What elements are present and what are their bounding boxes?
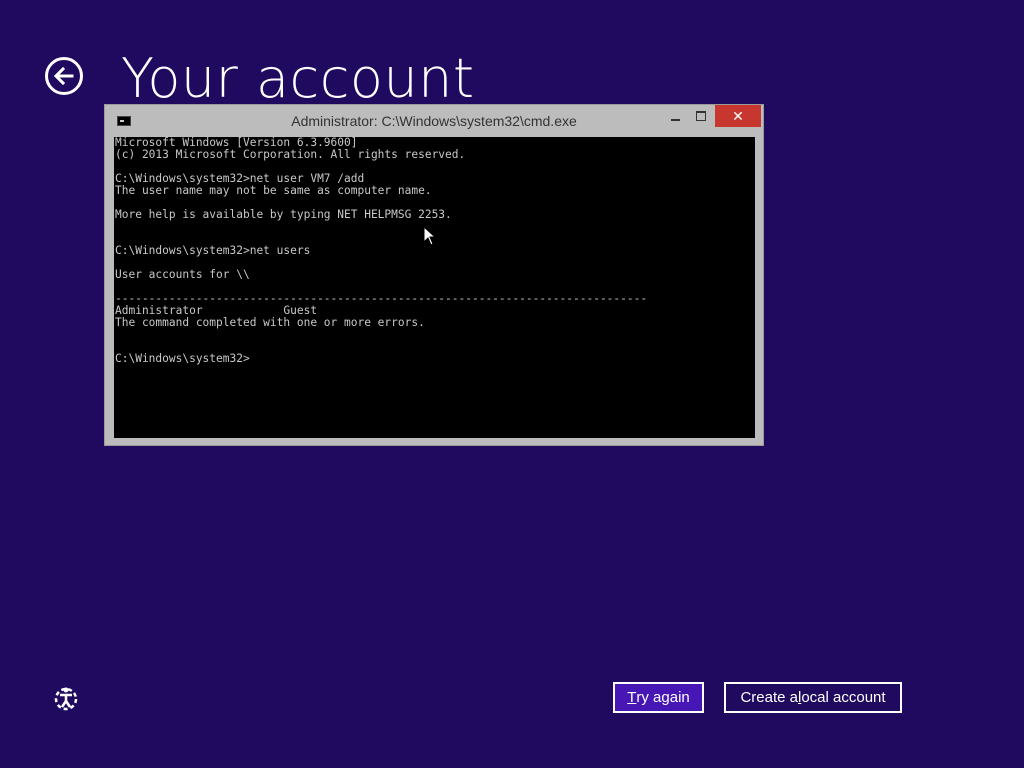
- create-local-label-pre: Create a: [740, 689, 798, 706]
- console-line: C:\Windows\system32>: [115, 352, 250, 365]
- try-again-label-post: ry again: [636, 689, 690, 706]
- ease-of-access-icon[interactable]: [52, 684, 80, 712]
- console-line: User accounts for \\: [115, 268, 250, 281]
- console-line: The user name may not be same as compute…: [115, 184, 432, 197]
- cmd-window[interactable]: Administrator: C:\Windows\system32\cmd.e…: [104, 104, 764, 446]
- minimize-icon: [670, 119, 680, 121]
- console-line: More help is available by typing NET HEL…: [115, 208, 452, 221]
- console-output[interactable]: Microsoft Windows [Version 6.3.9600] (c) …: [114, 137, 755, 438]
- console-line: The command completed with one or more e…: [115, 316, 425, 329]
- close-icon: ✕: [732, 107, 744, 124]
- create-local-account-button[interactable]: Create a l ocal account: [724, 682, 902, 713]
- try-again-label-accel: T: [627, 689, 637, 706]
- maximize-icon: [696, 111, 706, 121]
- mouse-cursor-icon: [423, 226, 437, 246]
- cmd-titlebar[interactable]: Administrator: C:\Windows\system32\cmd.e…: [105, 105, 763, 137]
- create-local-label-post: ocal account: [801, 689, 886, 706]
- back-arrow-icon: [53, 66, 74, 86]
- back-button[interactable]: [45, 57, 83, 95]
- console-line: C:\Windows\system32>net users: [115, 244, 311, 257]
- console-lines: Microsoft Windows [Version 6.3.9600] (c) …: [115, 137, 755, 365]
- minimize-button[interactable]: [663, 105, 687, 127]
- try-again-button[interactable]: Try again: [613, 682, 704, 713]
- maximize-button[interactable]: [689, 105, 713, 127]
- close-button[interactable]: ✕: [715, 105, 761, 127]
- console-line: (c) 2013 Microsoft Corporation. All righ…: [115, 148, 466, 161]
